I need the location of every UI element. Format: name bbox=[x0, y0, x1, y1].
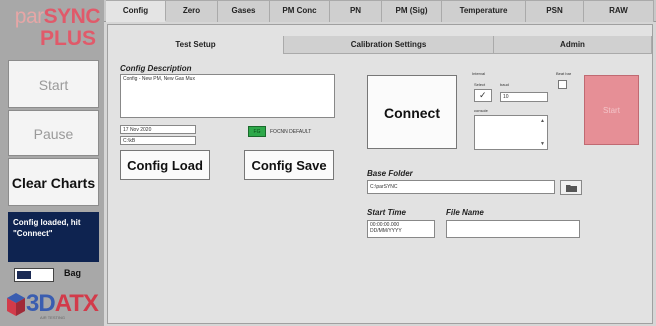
subtab-test-setup[interactable]: Test Setup bbox=[108, 36, 284, 54]
interval-label: Interval bbox=[472, 71, 486, 76]
tab-psn[interactable]: PSN bbox=[526, 0, 584, 22]
clear-charts-button[interactable]: Clear Charts bbox=[8, 158, 99, 206]
brand-name-atx: ATX bbox=[54, 290, 99, 317]
subtab-admin[interactable]: Admin bbox=[494, 36, 652, 54]
folder-icon bbox=[566, 185, 577, 192]
default-led-text: FG bbox=[253, 129, 261, 135]
connect-button[interactable]: Connect bbox=[367, 75, 457, 149]
parsync-logo: parSYNC PLUS bbox=[4, 5, 101, 54]
pause-button[interactable]: Pause bbox=[8, 110, 99, 156]
file-name-input[interactable] bbox=[446, 220, 580, 238]
tab-temperature[interactable]: Temperature bbox=[442, 0, 526, 22]
start-button[interactable]: Start bbox=[8, 60, 99, 108]
select-label: Select bbox=[474, 82, 486, 87]
beat-indicator bbox=[558, 80, 567, 89]
brand-name-3d: 3D bbox=[26, 290, 56, 317]
bag-indicator bbox=[17, 271, 31, 279]
start-time-field[interactable]: 00:00:00.000 DD/MM/YYYY bbox=[367, 220, 435, 238]
tab-zero[interactable]: Zero bbox=[166, 0, 218, 22]
default-led[interactable]: FG bbox=[248, 126, 266, 137]
console-output: ▲ ▼ bbox=[474, 115, 548, 150]
base-folder-label: Base Folder bbox=[367, 169, 413, 178]
start-recording-button[interactable]: Start bbox=[584, 75, 639, 145]
tab-pn[interactable]: PN bbox=[330, 0, 382, 22]
tab-raw[interactable]: RAW bbox=[584, 0, 654, 22]
default-label: FOCNN DEFAULT bbox=[270, 129, 312, 135]
bag-field[interactable] bbox=[14, 268, 54, 282]
tab-pm-sig[interactable]: PM (Sig) bbox=[382, 0, 442, 22]
config-load-button[interactable]: Config Load bbox=[120, 150, 210, 180]
browse-folder-button[interactable] bbox=[560, 180, 582, 195]
brand-subtitle: AIR TESTING bbox=[40, 315, 66, 320]
config-description-label: Config Description bbox=[120, 64, 192, 73]
baud-label: baud bbox=[500, 82, 509, 87]
tab-config[interactable]: Config bbox=[106, 0, 166, 22]
config-save-button[interactable]: Config Save bbox=[244, 150, 334, 180]
cube-logo-icon bbox=[7, 293, 25, 316]
scroll-up-icon[interactable]: ▲ bbox=[540, 118, 545, 124]
start-time-label: Start Time bbox=[367, 208, 406, 217]
bag-label: Bag bbox=[64, 268, 82, 278]
config-description-input[interactable]: Config - New PM, New Gas Mux bbox=[120, 74, 335, 118]
select-checkbox[interactable]: ✓ bbox=[474, 89, 492, 102]
logo-text-par: par bbox=[14, 5, 44, 28]
config-date-field[interactable]: 17 Nov 2020 bbox=[120, 125, 196, 134]
config-path-field[interactable]: C:\kB bbox=[120, 136, 196, 145]
tab-gases[interactable]: Gases bbox=[218, 0, 270, 22]
subtab-calibration-settings[interactable]: Calibration Settings bbox=[284, 36, 494, 54]
tab-pm-conc[interactable]: PM Conc bbox=[270, 0, 330, 22]
brand-name: 3DATX bbox=[26, 290, 99, 318]
logo-text-plus: PLUS bbox=[39, 27, 96, 50]
logo-text-sync: SYNC bbox=[43, 5, 101, 28]
beat-label: Beat bar bbox=[556, 71, 572, 76]
baud-field[interactable]: 10 bbox=[500, 92, 548, 102]
console-label: console bbox=[474, 108, 488, 113]
status-message: Config loaded, hit "Connect" bbox=[8, 212, 99, 262]
base-folder-input[interactable]: C:\parSYNC bbox=[367, 180, 555, 194]
check-icon: ✓ bbox=[479, 90, 487, 100]
file-name-label: File Name bbox=[446, 208, 484, 217]
scroll-down-icon[interactable]: ▼ bbox=[540, 141, 545, 147]
